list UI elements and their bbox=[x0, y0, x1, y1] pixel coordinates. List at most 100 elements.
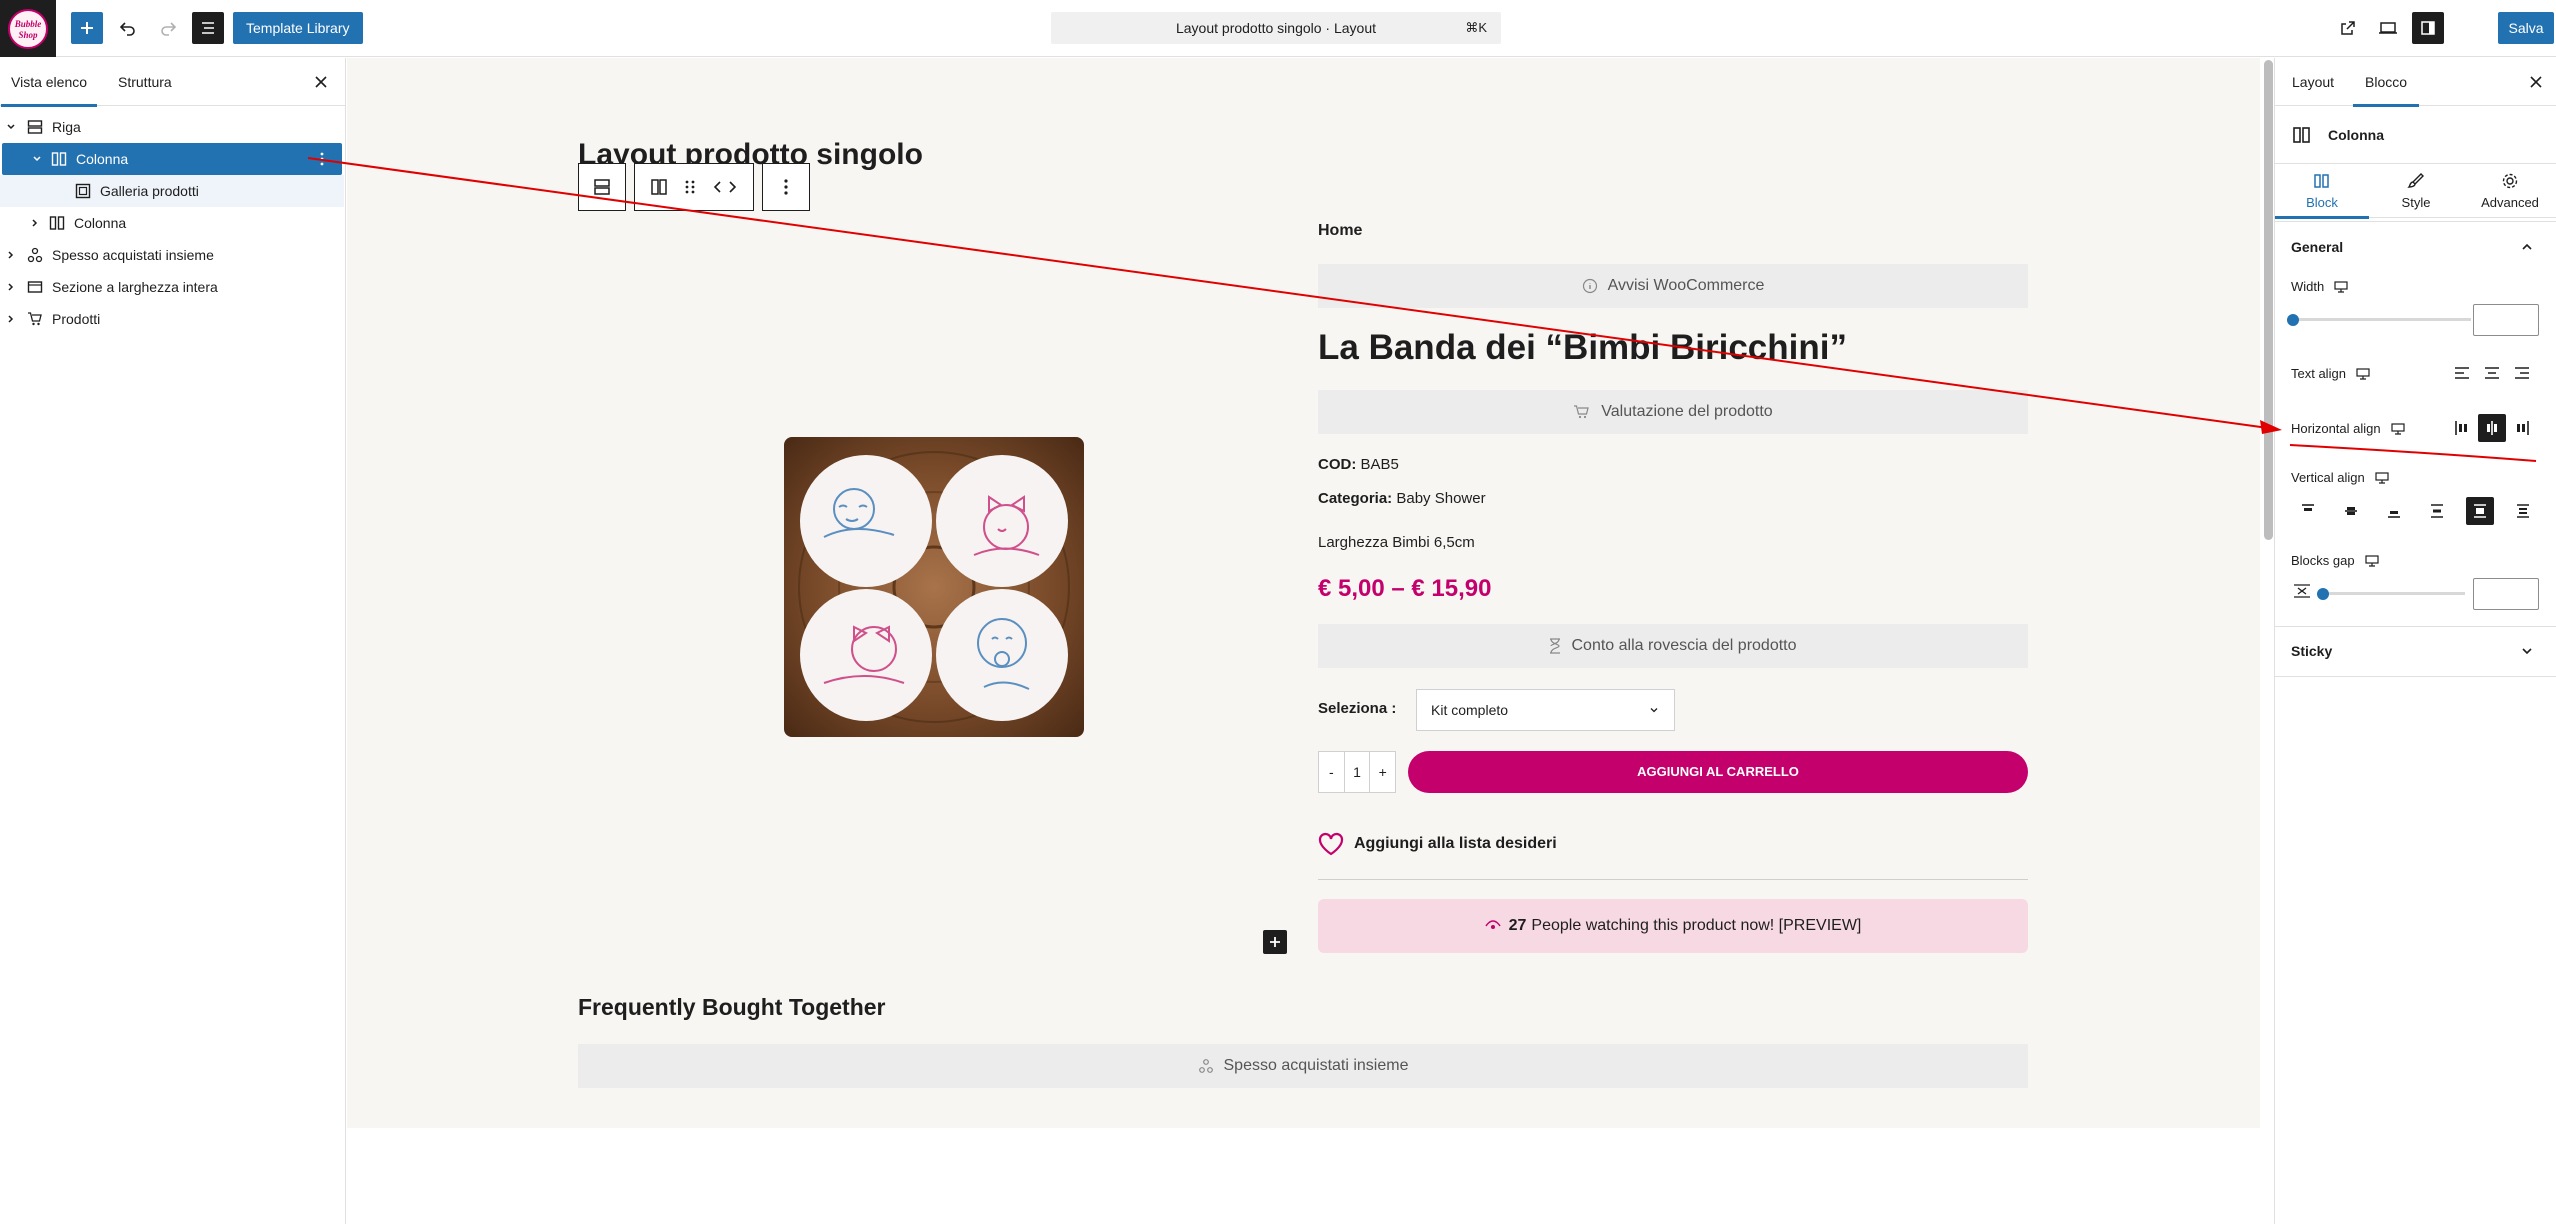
desktop-icon[interactable] bbox=[2356, 367, 2370, 380]
undo-button[interactable] bbox=[112, 12, 144, 44]
move-left-right-icon[interactable] bbox=[711, 177, 739, 197]
quantity-plus-button[interactable]: + bbox=[1370, 752, 1395, 792]
add-to-wishlist-link[interactable]: Aggiungi alla lista desideri bbox=[1318, 832, 1557, 856]
tree-item-row[interactable]: Riga bbox=[0, 111, 344, 143]
align-center-button[interactable] bbox=[2478, 359, 2506, 387]
desktop-icon[interactable] bbox=[2375, 471, 2389, 484]
category-value[interactable]: Baby Shower bbox=[1396, 490, 1485, 507]
plus-icon bbox=[81, 22, 93, 34]
tree-item-row[interactable]: Sezione a larghezza intera bbox=[0, 271, 344, 303]
valign-bottom-button[interactable] bbox=[2380, 497, 2408, 525]
tree-item-row[interactable]: Spesso acquistati insieme bbox=[0, 239, 344, 271]
store-notices-placeholder[interactable]: Avvisi WooCommerce bbox=[1318, 264, 2028, 308]
category-label: Categoria: bbox=[1318, 490, 1393, 507]
valign-space-between-button[interactable] bbox=[2423, 497, 2451, 525]
product-countdown-placeholder[interactable]: Conto alla rovescia del prodotto bbox=[1318, 624, 2028, 668]
more-options-icon[interactable] bbox=[314, 151, 330, 167]
block-appender-button[interactable] bbox=[1263, 930, 1287, 954]
chevron-right-icon[interactable] bbox=[4, 248, 18, 262]
close-list-view-button[interactable] bbox=[311, 72, 331, 92]
text-align-label: Text align bbox=[2291, 366, 2346, 381]
quantity-minus-button[interactable]: - bbox=[1319, 752, 1344, 792]
chevron-down-icon[interactable] bbox=[30, 152, 44, 166]
align-left-button[interactable] bbox=[2448, 359, 2476, 387]
valign-center-button[interactable] bbox=[2337, 497, 2365, 525]
blocks-gap-slider[interactable] bbox=[2318, 592, 2465, 595]
add-to-cart-button[interactable]: AGGIUNGI AL CARRELLO bbox=[1408, 751, 2028, 793]
sticky-section-toggle[interactable]: Sticky bbox=[2291, 643, 2332, 659]
blocks-gap-input[interactable] bbox=[2473, 578, 2539, 610]
width-slider[interactable] bbox=[2291, 318, 2471, 321]
desktop-icon[interactable] bbox=[2391, 422, 2405, 435]
chevron-up-icon[interactable] bbox=[2520, 240, 2540, 254]
chevron-down-icon[interactable] bbox=[2520, 644, 2534, 658]
align-center-icon bbox=[2485, 367, 2499, 379]
frequently-bought-placeholder[interactable]: Spesso acquistati insieme bbox=[578, 1044, 2028, 1088]
block-card: Colonna bbox=[2275, 106, 2556, 164]
tree-item-row[interactable]: Prodotti bbox=[0, 303, 344, 335]
tab-block[interactable]: Blocco bbox=[2352, 58, 2420, 107]
product-gallery-image[interactable] bbox=[784, 437, 1084, 737]
tree-item-column-selected[interactable]: Colonna bbox=[2, 143, 342, 175]
settings-toggle-button[interactable] bbox=[2412, 12, 2444, 44]
desktop-icon[interactable] bbox=[2334, 280, 2348, 293]
justify-right-icon bbox=[2517, 421, 2529, 435]
align-right-button[interactable] bbox=[2508, 359, 2536, 387]
tree-item-row[interactable]: Galleria prodotti bbox=[0, 175, 344, 207]
tab-advanced-settings[interactable]: Advanced bbox=[2463, 164, 2556, 218]
view-site-button[interactable] bbox=[2332, 12, 2364, 44]
chevron-right-icon[interactable] bbox=[28, 216, 42, 230]
column-block-icon bbox=[48, 214, 66, 232]
column-block-icon[interactable] bbox=[649, 177, 669, 197]
block-options-button[interactable] bbox=[762, 163, 810, 211]
width-input[interactable] bbox=[2473, 304, 2539, 336]
general-section-toggle[interactable]: General bbox=[2291, 239, 2343, 255]
close-settings-button[interactable] bbox=[2526, 72, 2546, 92]
vertical-align-label: Vertical align bbox=[2291, 470, 2365, 485]
block-settings-panel: Layout Blocco Colonna Block Style Advanc… bbox=[2274, 58, 2556, 1224]
frequently-bought-heading[interactable]: Frequently Bought Together bbox=[578, 994, 886, 1021]
canvas-scrollbar[interactable] bbox=[2264, 60, 2273, 540]
tree-item-row[interactable]: Colonna bbox=[0, 207, 344, 239]
product-rating-placeholder[interactable]: Valutazione del prodotto bbox=[1318, 390, 2028, 434]
blocks-gap-slider-thumb[interactable] bbox=[2317, 588, 2329, 600]
site-logo-badge: Bubble Shop bbox=[8, 8, 48, 49]
justify-left-button[interactable] bbox=[2448, 414, 2476, 442]
chevron-down-icon[interactable] bbox=[4, 120, 18, 134]
select-parent-button[interactable] bbox=[578, 163, 626, 211]
tab-layout[interactable]: Layout bbox=[2292, 58, 2334, 106]
tab-list-view[interactable]: Vista elenco bbox=[0, 58, 98, 107]
tab-style-settings[interactable]: Style bbox=[2369, 164, 2463, 218]
template-canvas[interactable] bbox=[347, 58, 2260, 1128]
justify-center-button[interactable] bbox=[2478, 414, 2506, 442]
product-title[interactable]: La Banda dei “Bimbi Biricchini” bbox=[1318, 328, 1847, 368]
block-type-group bbox=[634, 163, 754, 211]
sidebar-icon bbox=[2421, 21, 2435, 35]
svg-text:Shop: Shop bbox=[18, 30, 38, 40]
section-block-icon bbox=[26, 278, 44, 296]
device-preview-button[interactable] bbox=[2372, 12, 2404, 44]
valign-top-button[interactable] bbox=[2294, 497, 2322, 525]
chevron-right-icon[interactable] bbox=[4, 312, 18, 326]
tab-block-settings[interactable]: Block bbox=[2275, 164, 2369, 219]
save-button[interactable]: Salva bbox=[2498, 12, 2554, 44]
document-title-bar[interactable]: Layout prodotto singolo · Layout ⌘K bbox=[1051, 12, 1501, 44]
list-view-button[interactable] bbox=[192, 12, 224, 44]
breadcrumb[interactable]: Home bbox=[1318, 222, 1362, 240]
chevron-right-icon[interactable] bbox=[4, 280, 18, 294]
block-inserter-button[interactable] bbox=[71, 12, 103, 44]
quantity-input[interactable]: 1 bbox=[1343, 752, 1371, 792]
site-logo[interactable]: Bubble Shop bbox=[0, 0, 56, 57]
tab-outline[interactable]: Struttura bbox=[118, 58, 172, 106]
width-slider-thumb[interactable] bbox=[2287, 314, 2299, 326]
valign-space-around-button[interactable] bbox=[2509, 497, 2537, 525]
justify-right-button[interactable] bbox=[2508, 414, 2536, 442]
valign-stretch-button[interactable] bbox=[2466, 497, 2494, 525]
variation-select[interactable]: Kit completo bbox=[1416, 689, 1675, 731]
redo-button[interactable] bbox=[152, 12, 184, 44]
desktop-icon[interactable] bbox=[2364, 554, 2379, 567]
drag-handle-icon[interactable] bbox=[684, 177, 696, 197]
template-library-button[interactable]: Template Library bbox=[233, 12, 363, 44]
external-link-icon bbox=[2341, 21, 2355, 35]
column-block-icon bbox=[50, 150, 68, 168]
